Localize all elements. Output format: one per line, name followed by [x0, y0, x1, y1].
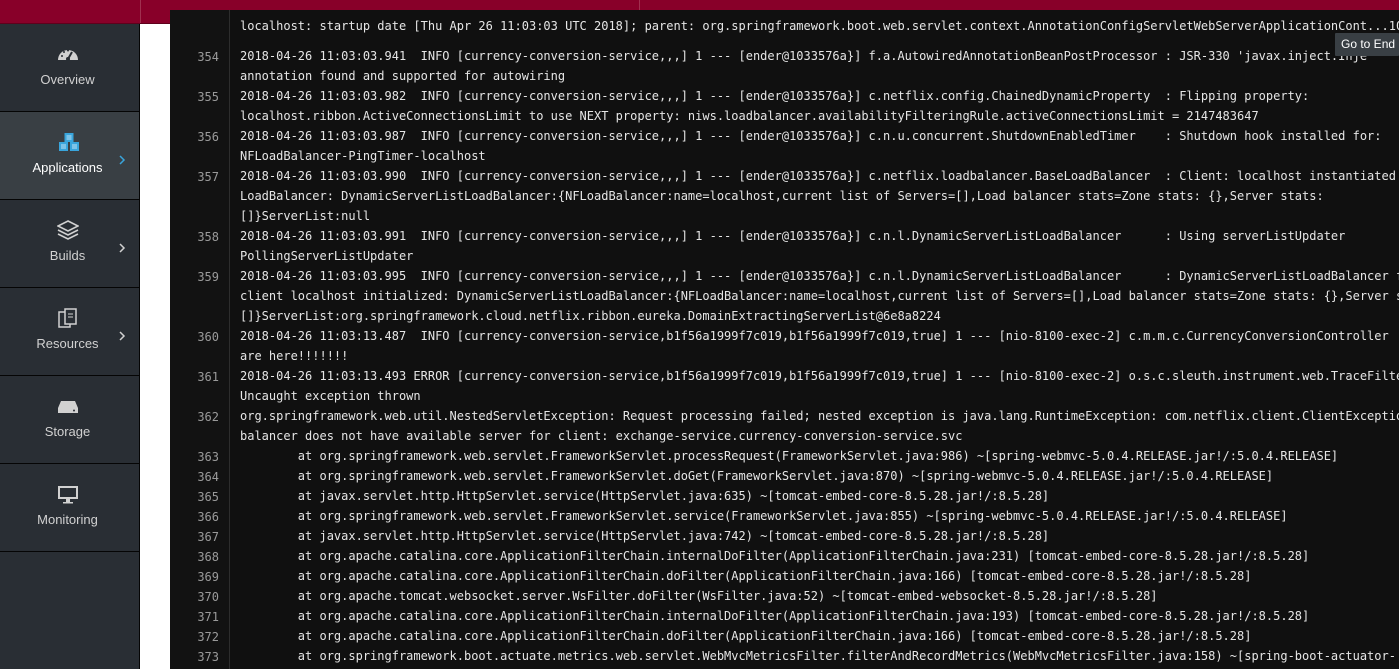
line-number: 371	[197, 610, 219, 624]
log-line-text: 2018-04-26 11:03:13.487 INFO [currency-c…	[240, 329, 1389, 363]
chevron-right-icon	[118, 328, 126, 341]
log-line-text: 2018-04-26 11:03:03.990 INFO [currency-c…	[240, 169, 1396, 223]
storage-icon	[57, 396, 79, 416]
sidebar-item-builds[interactable]: Builds	[0, 200, 139, 288]
log-line-text: at org.apache.catalina.core.ApplicationF…	[240, 609, 1310, 623]
log-line-text: at javax.servlet.http.HttpServlet.servic…	[240, 489, 1050, 503]
log-line-text: at javax.servlet.http.HttpServlet.servic…	[240, 529, 1050, 543]
line-number: 357	[197, 170, 219, 184]
log-line-text: at org.apache.catalina.core.ApplicationF…	[240, 549, 1310, 563]
log-line-text: 2018-04-26 11:03:03.982 INFO [currency-c…	[240, 89, 1310, 123]
cubes-icon	[57, 132, 79, 152]
line-number: 370	[197, 590, 219, 604]
go-to-end-button[interactable]: Go to End	[1335, 33, 1399, 56]
line-number: 366	[197, 510, 219, 524]
line-number: 364	[197, 470, 219, 484]
monitor-icon	[57, 484, 79, 504]
line-number: 363	[197, 450, 219, 464]
files-icon	[57, 308, 79, 328]
log-line-text: at org.apache.tomcat.websocket.server.Ws…	[240, 589, 1158, 603]
dashboard-icon	[57, 44, 79, 64]
line-number: 359	[197, 270, 219, 284]
log-line-text: localhost: startup date [Thu Apr 26 11:0…	[240, 19, 1399, 33]
sidebar-item-resources[interactable]: Resources	[0, 288, 139, 376]
layers-icon	[56, 220, 80, 240]
line-number: 367	[197, 530, 219, 544]
log-line-text: org.springframework.web.util.NestedServl…	[240, 409, 1399, 443]
log-line-text: 2018-04-26 11:03:03.995 INFO [currency-c…	[240, 269, 1399, 323]
log-line-text: 2018-04-26 11:03:03.987 INFO [currency-c…	[240, 129, 1382, 163]
chevron-right-icon	[118, 152, 126, 165]
log-viewer[interactable]: localhost: startup date [Thu Apr 26 11:0…	[170, 10, 1399, 669]
log-line-text: 2018-04-26 11:03:03.941 INFO [currency-c…	[240, 49, 1368, 83]
log-line-text: 2018-04-26 11:03:13.493 ERROR [currency-…	[240, 369, 1399, 403]
brand-logo[interactable]	[56, 0, 76, 2]
sidebar-item-monitoring[interactable]: Monitoring	[0, 464, 139, 552]
log-line-text: at org.apache.catalina.core.ApplicationF…	[240, 629, 1252, 643]
log-line-text: at org.apache.catalina.core.ApplicationF…	[240, 569, 1252, 583]
log-line-text: at org.springframework.web.servlet.Frame…	[240, 449, 1339, 463]
line-number: 354	[197, 50, 219, 64]
log-line-text: at org.springframework.web.servlet.Frame…	[240, 469, 1274, 483]
line-number: 361	[197, 370, 219, 384]
line-number: 372	[197, 630, 219, 644]
sidebar-item-label: Monitoring	[37, 512, 98, 527]
sidebar-item-storage[interactable]: Storage	[0, 376, 139, 464]
log-line-text: at org.springframework.boot.actuate.metr…	[297, 649, 1396, 663]
sidebar-item-label: Applications	[32, 160, 103, 175]
sidebar-item-label: Overview	[40, 72, 95, 87]
line-number: 373	[197, 650, 219, 664]
line-number: 360	[197, 330, 219, 344]
header-divider	[140, 0, 141, 23]
line-number: 355	[197, 90, 219, 104]
sidebar-nav: Overview Applications Builds Resources S…	[0, 24, 140, 669]
sidebar-item-label: Storage	[44, 424, 91, 439]
sidebar-item-overview[interactable]: Overview	[0, 24, 139, 112]
line-number: 358	[197, 230, 219, 244]
log-line-text: at org.springframework.web.servlet.Frame…	[240, 509, 1288, 523]
line-number: 369	[197, 570, 219, 584]
line-number: 356	[197, 130, 219, 144]
line-number: 368	[197, 550, 219, 564]
log-line-text: 2018-04-26 11:03:03.991 INFO [currency-c…	[240, 229, 1346, 263]
sidebar-item-label: Resources	[36, 336, 99, 351]
line-number: 365	[197, 490, 219, 504]
sidebar-item-label: Builds	[49, 248, 86, 263]
chevron-right-icon	[118, 240, 126, 253]
line-number: 362	[197, 410, 219, 424]
sidebar-item-applications[interactable]: Applications	[0, 112, 139, 200]
